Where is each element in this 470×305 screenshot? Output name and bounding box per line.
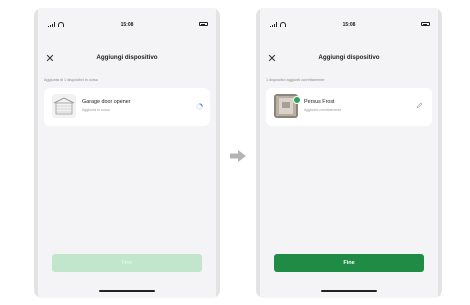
status-time: 15:08 bbox=[120, 22, 134, 28]
device-status: Aggiunto correttamente bbox=[304, 108, 342, 112]
home-indicator bbox=[99, 290, 155, 292]
app-screen: 15:08 ✕ Aggiungi dispositivo Aggiunta di… bbox=[38, 8, 216, 298]
phone-screenshot-adding: 15:08 ✕ Aggiungi dispositivo Aggiunta di… bbox=[34, 8, 220, 298]
done-button[interactable]: Fine bbox=[274, 254, 424, 272]
status-bar: 15:08 bbox=[38, 22, 216, 30]
device-card[interactable]: Garage door opener Aggiunta in corso bbox=[44, 88, 210, 126]
device-status: Aggiunta in corso bbox=[82, 108, 110, 112]
app-screen: 15:08 ✕ Aggiungi dispositivo 1 dispositi… bbox=[260, 8, 438, 298]
section-label: Aggiunta di 1 dispositivi in corso bbox=[44, 78, 99, 82]
done-button[interactable]: Fine bbox=[52, 254, 202, 272]
loading-spinner-icon bbox=[196, 103, 203, 110]
page-title: Aggiungi dispositivo bbox=[318, 54, 380, 61]
battery-icon bbox=[199, 22, 208, 26]
battery-icon bbox=[421, 22, 430, 26]
garage-door-icon bbox=[52, 94, 76, 118]
nav-header: ✕ Aggiungi dispositivo bbox=[260, 52, 438, 68]
nav-header: ✕ Aggiungi dispositivo bbox=[38, 52, 216, 68]
right-arrow-icon bbox=[230, 150, 246, 162]
section-label: 1 dispositivi aggiunti correttamente bbox=[266, 78, 325, 82]
page-title: Aggiungi dispositivo bbox=[96, 54, 158, 61]
home-indicator bbox=[321, 290, 377, 292]
edit-pencil-icon[interactable] bbox=[416, 102, 423, 109]
status-bar: 15:08 bbox=[260, 22, 438, 30]
status-time: 15:08 bbox=[342, 22, 356, 28]
device-name: Persus Frost bbox=[304, 99, 335, 105]
check-icon bbox=[293, 96, 301, 104]
device-name: Garage door opener bbox=[82, 99, 131, 105]
phone-screenshot-added: 15:08 ✕ Aggiungi dispositivo 1 dispositi… bbox=[256, 8, 442, 298]
device-card[interactable]: Persus Frost Aggiunto correttamente bbox=[266, 88, 432, 126]
